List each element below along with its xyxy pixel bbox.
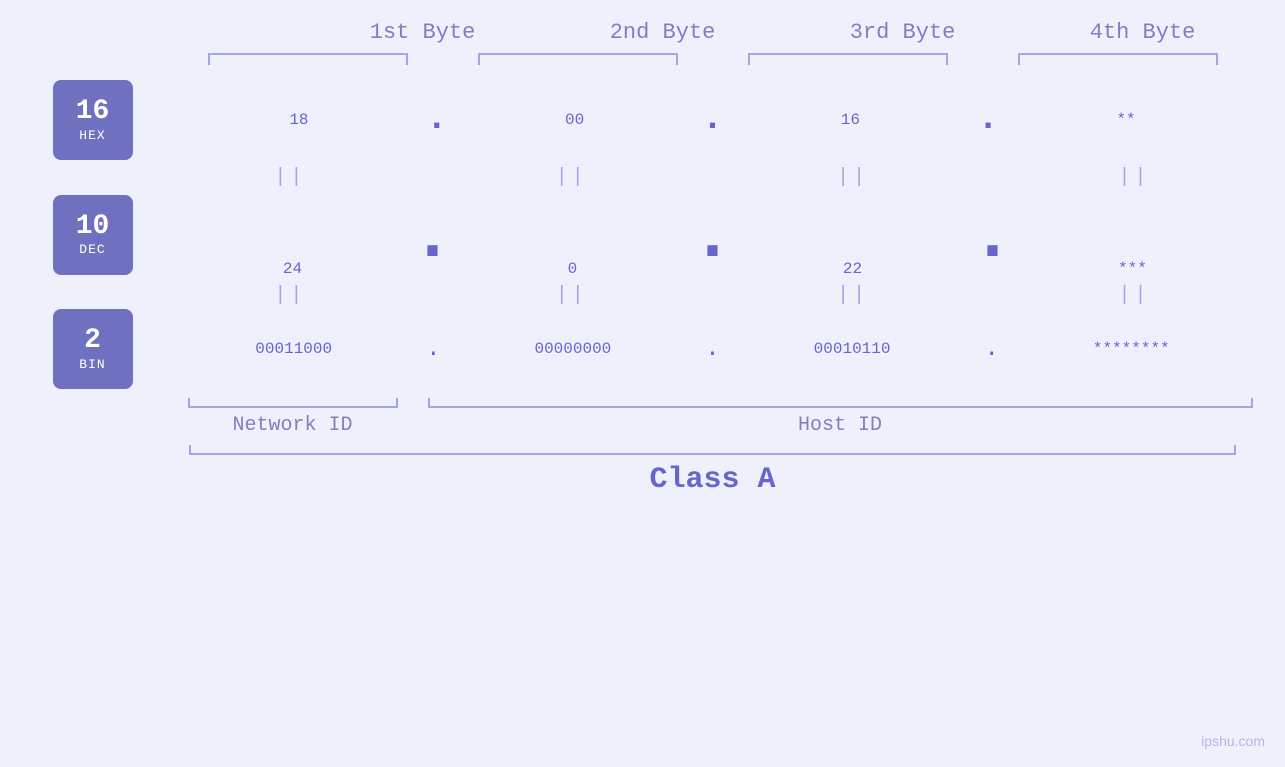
watermark: ipshu.com [1201,733,1265,749]
hex-dot3: . [983,95,993,145]
dec-num: 10 [76,212,110,243]
dec-val2: 0 [568,260,578,278]
bracket-byte2 [478,53,678,65]
hex-val2: 00 [565,111,584,129]
eq2-2: || [556,284,588,307]
class-label: Class A [649,463,775,497]
eq2-4: || [1119,284,1151,307]
bracket-byte1 [208,53,408,65]
bin-dot3: . [984,336,998,363]
bracket-byte4 [1018,53,1218,65]
network-id-label: Network ID [232,414,352,437]
hex-label: HEX [79,128,105,143]
bin-num: 2 [84,326,101,357]
main-container: 1st Byte 2nd Byte 3rd Byte 4th Byte 16 H… [0,0,1285,767]
bin-label: BIN [79,357,105,372]
host-id-label: Host ID [798,414,882,437]
eq2-1: || [274,284,306,307]
eq1-2: || [556,166,588,189]
byte1-header: 1st Byte [313,20,533,45]
dec-val3: 22 [843,260,862,278]
bin-dot1: . [426,336,440,363]
eq1-1: || [274,166,306,189]
eq2-3: || [837,284,869,307]
eq1-3: || [837,166,869,189]
bin-badge: 2 BIN [53,309,133,389]
hex-num: 16 [76,97,110,128]
bin-val3: 00010110 [814,340,891,358]
eq1-4: || [1119,166,1151,189]
class-bracket [189,445,1237,455]
dec-val4: *** [1118,260,1147,278]
dec-label: DEC [79,242,105,257]
hex-val3: 16 [841,111,860,129]
bin-val4: ******** [1093,340,1170,358]
dec-dot1: . [422,191,442,278]
host-bracket [428,398,1253,408]
hex-dot1: . [432,95,442,145]
byte3-header: 3rd Byte [793,20,1013,45]
byte2-header: 2nd Byte [553,20,773,45]
byte4-header: 4th Byte [1033,20,1253,45]
hex-dot2: . [707,95,717,145]
hex-badge: 16 HEX [53,80,133,160]
bracket-byte3 [748,53,948,65]
bin-val2: 00000000 [534,340,611,358]
hex-val4: ** [1116,111,1135,129]
bin-dot2: . [705,336,719,363]
dec-dot2: . [702,191,722,278]
dec-val1: 24 [283,260,302,278]
network-bracket [188,398,398,408]
dec-dot3: . [982,191,1002,278]
dec-badge: 10 DEC [53,195,133,275]
bin-val1: 00011000 [255,340,332,358]
hex-val1: 18 [289,111,308,129]
